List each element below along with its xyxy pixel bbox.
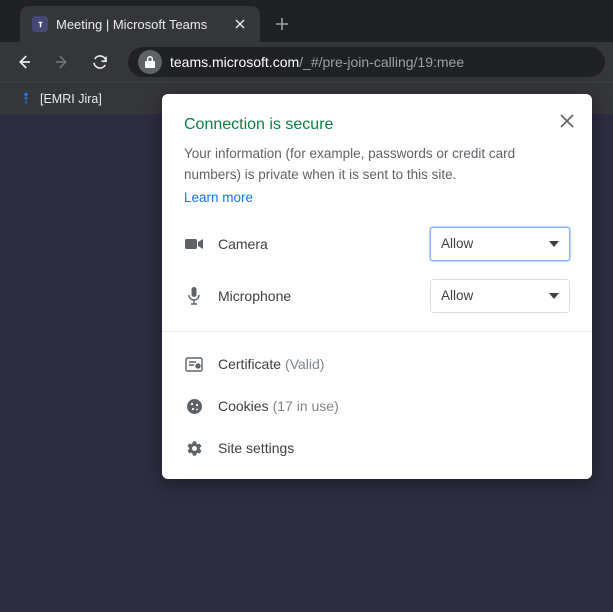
learn-more-link[interactable]: Learn more xyxy=(184,190,253,205)
address-bar[interactable]: teams.microsoft.com/_#/pre-join-calling/… xyxy=(128,47,605,77)
site-info-button[interactable] xyxy=(138,50,162,74)
chevron-down-icon xyxy=(549,241,559,247)
reload-button[interactable] xyxy=(84,46,116,78)
info-text: Cookies(17 in use) xyxy=(218,398,339,416)
chevron-down-icon xyxy=(549,293,559,299)
microphone-icon xyxy=(184,287,204,305)
forward-button[interactable] xyxy=(46,46,78,78)
info-text: Certificate(Valid) xyxy=(218,356,324,374)
popover-description: Your information (for example, passwords… xyxy=(184,144,570,186)
browser-tab[interactable]: Meeting | Microsoft Teams xyxy=(20,6,260,42)
permission-label: Camera xyxy=(218,236,416,252)
divider xyxy=(162,331,592,332)
camera-icon xyxy=(184,238,204,250)
microphone-permission-select[interactable]: Allow xyxy=(430,279,570,313)
permission-row-camera: Camera Allow xyxy=(184,227,570,261)
permission-row-microphone: Microphone Allow xyxy=(184,279,570,313)
camera-permission-select[interactable]: Allow xyxy=(430,227,570,261)
permission-label: Microphone xyxy=(218,288,416,304)
bookmark-item-emri-jira[interactable]: [EMRI Jira] xyxy=(12,87,108,111)
tab-bar: Meeting | Microsoft Teams xyxy=(0,0,613,42)
jira-icon xyxy=(18,91,34,107)
certificate-row[interactable]: Certificate(Valid) xyxy=(184,344,570,386)
teams-favicon-icon xyxy=(32,16,48,32)
site-settings-row[interactable]: Site settings xyxy=(184,428,570,469)
site-info-popover: Connection is secure Your information (f… xyxy=(162,94,592,479)
cookies-row[interactable]: Cookies(17 in use) xyxy=(184,386,570,428)
popover-close-button[interactable] xyxy=(556,110,578,132)
new-tab-button[interactable] xyxy=(268,10,296,38)
back-button[interactable] xyxy=(8,46,40,78)
cookie-icon xyxy=(184,398,204,415)
bookmark-label: [EMRI Jira] xyxy=(40,92,102,106)
url-text: teams.microsoft.com/_#/pre-join-calling/… xyxy=(170,54,464,70)
certificate-icon xyxy=(184,357,204,372)
close-tab-button[interactable] xyxy=(232,16,248,32)
connection-secure-heading: Connection is secure xyxy=(184,116,333,134)
info-text: Site settings xyxy=(218,440,294,456)
tab-title: Meeting | Microsoft Teams xyxy=(56,17,224,32)
toolbar: teams.microsoft.com/_#/pre-join-calling/… xyxy=(0,42,613,82)
gear-icon xyxy=(184,440,204,457)
